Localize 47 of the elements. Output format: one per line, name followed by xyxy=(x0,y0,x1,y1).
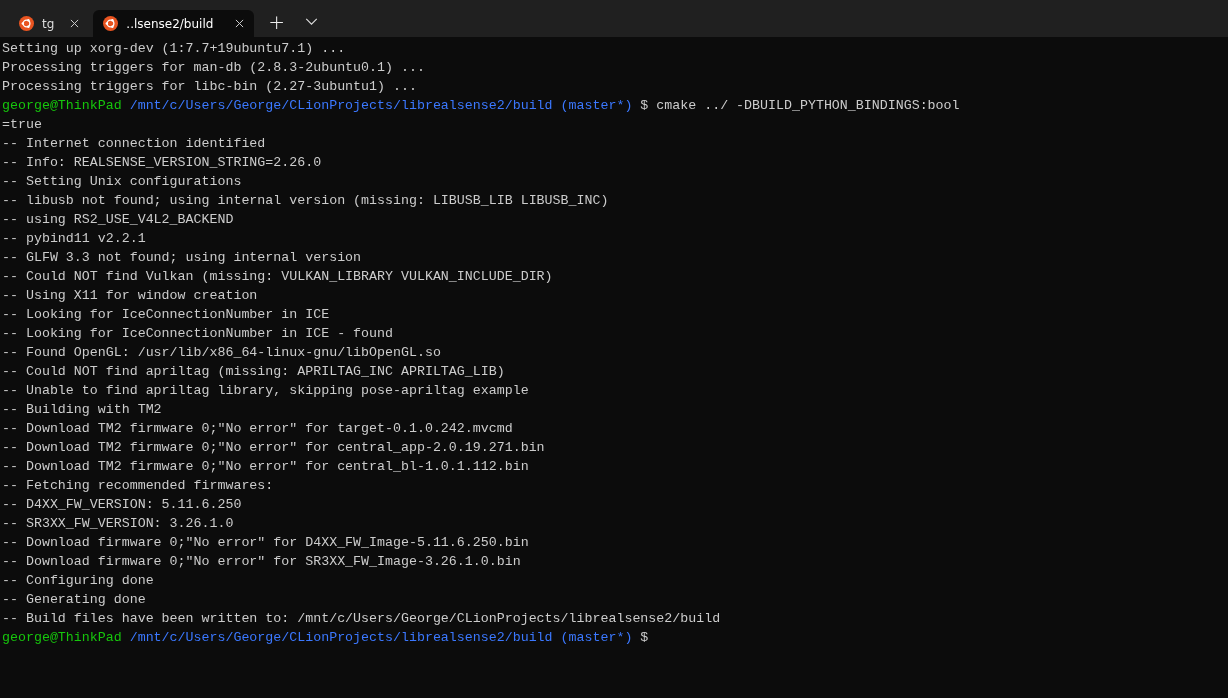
chevron-down-icon[interactable] xyxy=(305,18,319,25)
output-line: -- Download TM2 firmware 0;"No error" for target-0.1.0.242.mvcmd xyxy=(2,420,514,438)
output-line: Setting up xorg-dev (1:7.7+19ubuntu7.1) ... xyxy=(2,40,347,58)
output-line: -- Looking for IceConnectionNumber in ICE xyxy=(2,306,331,324)
terminal-tab[interactable]: tg xyxy=(9,10,90,37)
output-line: -- Found OpenGL: /usr/lib/x86_64-linux-gnu/libOpenGL.so xyxy=(2,344,442,362)
output-line: -- SR3XX_FW_VERSION: 3.26.1.0 xyxy=(2,515,235,533)
output-line: -- Generating done xyxy=(2,591,147,609)
output-line: -- Build files have been written to: /mnt/c/Users/George/CLionProjects/librealsense2/build xyxy=(2,610,722,628)
output-line: -- Download TM2 firmware 0;"No error" for central_bl-1.0.1.112.bin xyxy=(2,458,530,476)
output-line: -- Unable to find apriltag library, skipping pose-apriltag example xyxy=(2,382,530,400)
prompt-user: george@ThinkPad xyxy=(2,630,122,645)
output-line: -- Download firmware 0;"No error" for D4XX_FW_Image-5.11.6.250.bin xyxy=(2,534,530,552)
prompt-path: /mnt/c/Users/George/CLionProjects/librealsense2/build xyxy=(129,98,553,113)
close-icon[interactable] xyxy=(235,19,245,28)
output-line: -- Internet connection identified xyxy=(2,135,267,153)
output-line: -- Building with TM2 xyxy=(2,401,163,419)
output-line: -- libusb not found; using internal version (missing: LIBUSB_LIB LIBUSB_INC) xyxy=(2,192,610,210)
ubuntu-icon xyxy=(19,16,34,31)
output-line: -- Setting Unix configurations xyxy=(2,173,243,191)
prompt-user: george@ThinkPad xyxy=(2,98,122,113)
new-tab-button[interactable]: + xyxy=(260,7,294,37)
output-line: -- pybind11 v2.2.1 xyxy=(2,230,147,248)
terminal-tab[interactable]: ..lsense2/build xyxy=(93,10,255,37)
output-line: -- Configuring done xyxy=(2,572,155,590)
close-icon[interactable] xyxy=(70,19,80,28)
command-text: cmake ../ -DBUILD_PYTHON_BINDINGS:bool xyxy=(656,98,960,113)
output-line: -- GLFW 3.3 not found; using internal version xyxy=(2,249,363,267)
output-line: -- D4XX_FW_VERSION: 5.11.6.250 xyxy=(2,496,243,514)
prompt-symbol: $ xyxy=(640,630,649,645)
output-line: -- Download firmware 0;"No error" for SR3XX_FW_Image-3.26.1.0.bin xyxy=(2,553,522,571)
prompt-path: /mnt/c/Users/George/CLionProjects/librealsense2/build xyxy=(129,630,553,645)
output-line: -- using RS2_USE_V4L2_BACKEND xyxy=(2,211,235,229)
prompt-symbol: $ xyxy=(640,98,649,113)
output-line: -- Info: REALSENSE_VERSION_STRING=2.26.0 xyxy=(2,154,323,172)
output-line: -- Could NOT find Vulkan (missing: VULKAN_LIBRARY VULKAN_INCLUDE_DIR) xyxy=(2,268,554,286)
output-line: -- Looking for IceConnectionNumber in ICE - found xyxy=(2,325,394,343)
output-line: -- Fetching recommended firmwares: xyxy=(2,477,275,495)
output-line: Processing triggers for man-db (2.8.3-2ubuntu0.1) ... xyxy=(2,59,426,77)
git-branch: (master*) xyxy=(560,630,633,645)
output-line: Processing triggers for libc-bin (2.27-3ubuntu1) ... xyxy=(2,78,418,96)
output-line: -- Could NOT find apriltag (missing: APRILTAG_INC APRILTAG_LIB) xyxy=(2,363,506,381)
git-branch: (master*) xyxy=(560,98,633,113)
ubuntu-icon xyxy=(103,16,119,31)
output-line: -- Using X11 for window creation xyxy=(2,287,259,305)
output-line: -- Download TM2 firmware 0;"No error" for central_app-2.0.19.271.bin xyxy=(2,439,546,457)
output-line: =true xyxy=(2,116,43,134)
